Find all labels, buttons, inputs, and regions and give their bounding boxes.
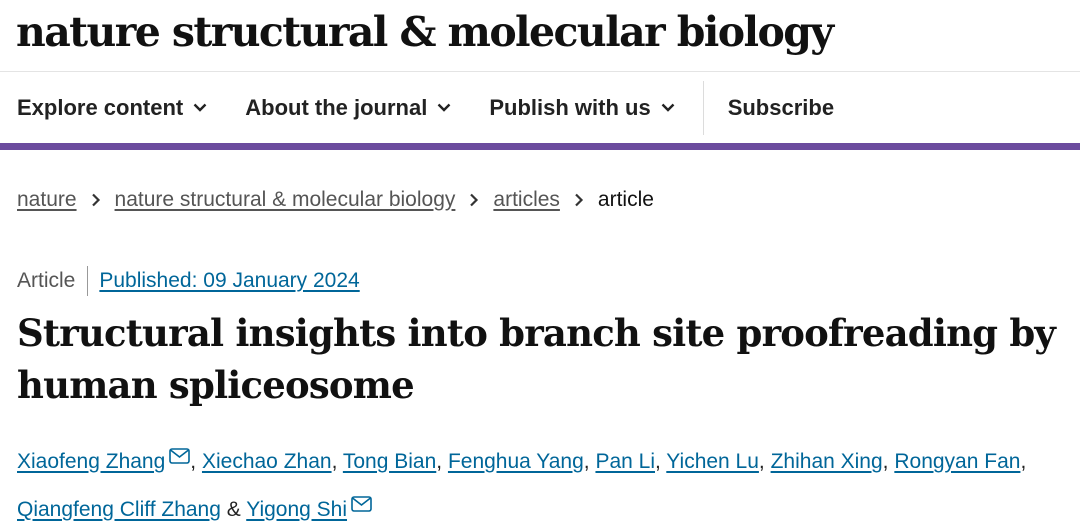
author-separator: , — [583, 450, 596, 473]
author-link[interactable]: Fenghua Yang — [448, 450, 584, 473]
subscribe-label: Subscribe — [727, 94, 835, 120]
chevron-down-icon — [661, 103, 675, 112]
author-link[interactable]: Yigong Shi — [246, 498, 347, 521]
author-link[interactable]: Yichen Lu — [666, 450, 759, 473]
chevron-down-icon — [193, 103, 207, 112]
nav-item-label: Explore content — [17, 94, 184, 120]
chevron-down-icon — [437, 103, 451, 112]
author-separator: , — [758, 450, 771, 473]
author-link[interactable]: Xiechao Zhan — [202, 450, 332, 473]
nav-about-journal[interactable]: About the journal — [245, 95, 451, 121]
article-meta: Article Published: 09 January 2024 — [17, 266, 360, 296]
breadcrumb-nature[interactable]: nature — [17, 188, 77, 212]
main-nav: Explore content About the journal Publis… — [0, 72, 1080, 150]
nav-explore-content[interactable]: Explore content — [17, 95, 207, 121]
author-link[interactable]: Qiangfeng Cliff Zhang — [17, 498, 221, 521]
breadcrumb: nature nature structural & molecular bio… — [17, 188, 654, 212]
published-date-link[interactable]: Published: 09 January 2024 — [99, 269, 359, 293]
breadcrumb-articles[interactable]: articles — [493, 188, 560, 212]
masthead: nature structural & molecular biology — [0, 0, 1080, 72]
article-title: Structural insights into branch site pro… — [17, 311, 1056, 407]
author-separator: , — [655, 450, 667, 473]
meta-divider — [87, 266, 89, 296]
article-type: Article — [17, 269, 76, 292]
email-icon[interactable] — [169, 436, 191, 464]
nav-subscribe[interactable]: Subscribe — [728, 95, 834, 121]
author-link[interactable]: Xiaofeng Zhang — [17, 450, 165, 473]
author-separator: , — [1020, 450, 1027, 473]
author-link[interactable]: Pan Li — [595, 450, 655, 473]
author-list: Xiaofeng Zhang, Xiechao Zhan, Tong Bian,… — [17, 436, 1072, 532]
email-icon[interactable] — [351, 484, 372, 512]
nav-divider — [702, 80, 704, 135]
author-separator: & — [220, 498, 247, 521]
author-link[interactable]: Zhihan Xing — [771, 450, 883, 473]
author-separator: , — [436, 450, 448, 473]
author-separator: , — [190, 450, 202, 473]
breadcrumb-current: article — [597, 188, 654, 211]
journal-logo[interactable]: nature structural & molecular biology — [16, 8, 834, 56]
nav-publish-with-us[interactable]: Publish with us — [489, 94, 675, 121]
author-link[interactable]: Tong Bian — [343, 450, 436, 473]
chevron-right-icon — [470, 193, 479, 207]
breadcrumb-journal[interactable]: nature structural & molecular biology — [115, 188, 456, 212]
author-separator: , — [331, 450, 343, 473]
author-separator: , — [882, 450, 895, 473]
nav-item-label: Publish with us — [489, 94, 651, 120]
chevron-right-icon — [91, 193, 100, 207]
author-link[interactable]: Rongyan Fan — [894, 450, 1020, 473]
chevron-right-icon — [575, 193, 583, 207]
nav-item-label: About the journal — [245, 94, 428, 120]
